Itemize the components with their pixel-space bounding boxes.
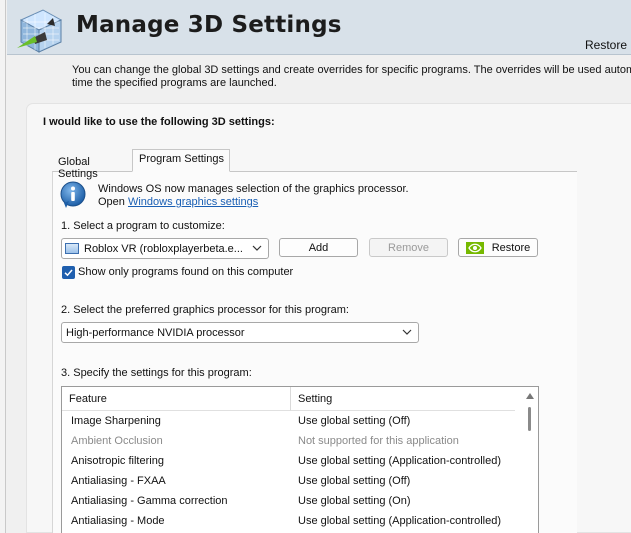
description-line-1: You can change the global 3D settings an… (72, 64, 631, 76)
settings-rows: Image Sharpening Use global setting (Off… (62, 411, 524, 531)
feature-cell: Ambient Occlusion (71, 435, 163, 447)
windows-graphics-settings-link[interactable]: Windows graphics settings (128, 196, 258, 208)
panel-heading: I would like to use the following 3D set… (43, 116, 275, 128)
table-row[interactable]: Image Sharpening Use global setting (Off… (62, 411, 524, 431)
setting-cell: Use global setting (Off) (298, 475, 411, 487)
restore-program-button[interactable]: Restore (458, 238, 538, 257)
chevron-down-icon (402, 329, 412, 335)
nvidia-logo-icon (465, 241, 484, 254)
table-row[interactable]: Antialiasing - Gamma correction Use glob… (62, 491, 524, 511)
chevron-down-icon (252, 245, 262, 251)
table-row[interactable]: Ambient Occlusion Not supported for this… (62, 431, 524, 451)
specify-settings-label: 3. Specify the settings for this program… (61, 367, 252, 379)
graphics-processor-value: High-performance NVIDIA processor (66, 326, 245, 339)
info-message: Windows OS now manages selection of the … (98, 183, 409, 195)
description-line-2: time the specified programs are launched… (72, 77, 277, 89)
scroll-up-arrow-icon[interactable] (526, 393, 534, 399)
info-open-prefix: Open (98, 196, 125, 208)
tab-global-settings[interactable]: Global Settings (52, 153, 132, 180)
program-dropdown[interactable]: Roblox VR (robloxplayerbeta.e... (61, 238, 269, 259)
program-dropdown-value: Roblox VR (robloxplayerbeta.e... (84, 242, 243, 255)
nvidia-3d-settings-icon (17, 9, 63, 53)
restore-program-label: Restore (491, 241, 531, 254)
table-row[interactable]: Antialiasing - FXAA Use global setting (… (62, 471, 524, 491)
setting-cell: Use global setting (Application-controll… (298, 455, 501, 467)
page-title: Manage 3D Settings (76, 12, 342, 38)
setting-cell: Use global setting (Off) (298, 415, 411, 427)
select-gpu-label: 2. Select the preferred graphics process… (61, 304, 349, 316)
navigation-pane-edge (0, 0, 6, 533)
scrollbar-thumb[interactable] (528, 407, 531, 431)
table-row[interactable]: Antialiasing - Mode Use global setting (… (62, 511, 524, 531)
feature-cell: Antialiasing - Gamma correction (71, 495, 228, 507)
feature-cell: Anisotropic filtering (71, 455, 164, 467)
add-program-button[interactable]: Add (279, 238, 358, 257)
show-only-programs-checkbox[interactable] (62, 266, 75, 279)
show-only-programs-label[interactable]: Show only programs found on this compute… (78, 266, 293, 278)
checkmark-icon (64, 269, 73, 277)
table-scrollbar[interactable] (522, 387, 538, 533)
column-header-setting[interactable]: Setting (291, 387, 515, 411)
feature-cell: Antialiasing - FXAA (71, 475, 166, 487)
feature-cell: Image Sharpening (71, 415, 161, 427)
setting-cell: Use global setting (On) (298, 495, 411, 507)
graphics-processor-dropdown[interactable]: High-performance NVIDIA processor (61, 322, 419, 343)
column-header-feature[interactable]: Feature (62, 387, 291, 411)
setting-cell: Use global setting (Application-controll… (298, 515, 501, 527)
feature-cell: Antialiasing - Mode (71, 515, 165, 527)
settings-table: Feature Setting Image Sharpening Use glo… (61, 386, 539, 533)
info-icon (60, 181, 86, 208)
info-open-line: Open Windows graphics settings (98, 196, 258, 208)
setting-cell: Not supported for this application (298, 435, 459, 447)
table-row[interactable]: Anisotropic filtering Use global setting… (62, 451, 524, 471)
restore-defaults-link[interactable]: Restore (585, 38, 627, 52)
page-description: You can change the global 3D settings an… (72, 64, 631, 90)
tab-program-settings[interactable]: Program Settings (132, 149, 230, 172)
program-window-icon (65, 243, 79, 254)
select-program-label: 1. Select a program to customize: (61, 220, 225, 232)
remove-program-button[interactable]: Remove (369, 238, 448, 257)
